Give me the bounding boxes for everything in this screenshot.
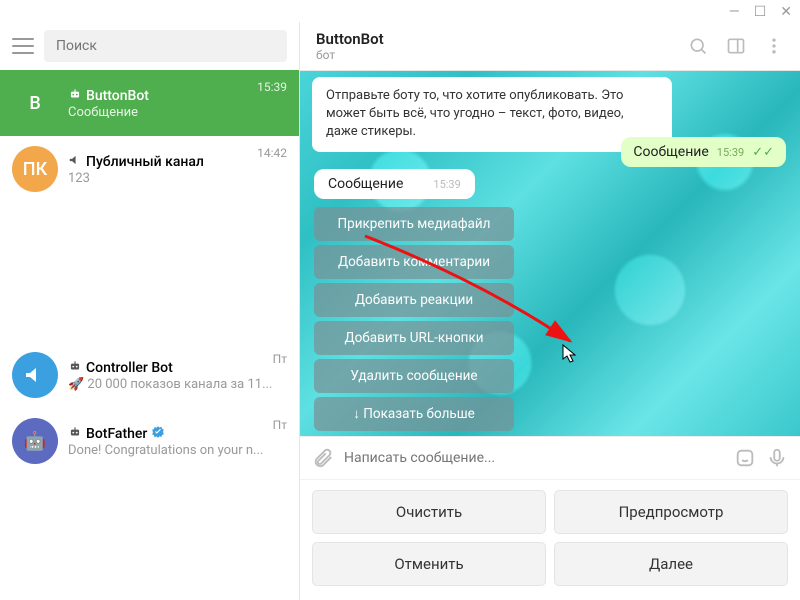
bot-icon	[68, 87, 82, 105]
cancel-button[interactable]: Отменить	[312, 542, 546, 586]
mic-icon[interactable]	[766, 447, 788, 469]
avatar: 🤖	[12, 418, 58, 464]
search-icon[interactable]	[688, 36, 708, 56]
chat-time: 14:42	[257, 146, 287, 160]
message-time: 15:39	[717, 146, 744, 159]
window-minimize[interactable]: —	[729, 4, 740, 20]
kb-attach-media[interactable]: Прикрепить медиафайл	[314, 207, 514, 241]
bot-icon	[68, 425, 82, 443]
sidepanel-icon[interactable]	[726, 36, 746, 56]
next-button[interactable]: Далее	[554, 542, 788, 586]
chat-area: Отправьте боту то, что хотите опубликова…	[300, 71, 800, 436]
chat-row-public-channel[interactable]: ПК Публичный канал 123 14:42	[0, 136, 299, 202]
chat-title: BotFather	[86, 426, 147, 442]
header-title[interactable]: ButtonBot	[316, 30, 688, 48]
chat-subtitle: 123	[68, 171, 287, 186]
bot-intro-message: Отправьте боту то, что хотите опубликова…	[312, 77, 672, 152]
attach-icon[interactable]	[312, 447, 334, 469]
more-icon[interactable]	[764, 36, 784, 56]
chat-time: 15:39	[257, 80, 287, 94]
inline-keyboard: Прикрепить медиафайл Добавить комментари…	[314, 207, 514, 431]
compose-bar	[300, 436, 800, 479]
kb-add-comments[interactable]: Добавить комментарии	[314, 245, 514, 279]
emoji-icon[interactable]	[734, 447, 756, 469]
bottom-actions: Очистить Предпросмотр Отменить Далее	[300, 479, 800, 600]
main-panel: ButtonBot бот Отправьте боту то, что хот…	[300, 22, 800, 600]
avatar: ПК	[12, 146, 58, 192]
bot-icon	[68, 359, 82, 377]
chat-row-botfather[interactable]: 🤖 BotFather Done! Congratulations on you…	[0, 408, 299, 474]
window-maximize[interactable]: ☐	[754, 4, 767, 20]
message-text: Сообщение	[633, 144, 708, 160]
kb-show-more[interactable]: Показать больше	[314, 397, 514, 431]
message-text: Сообщение	[328, 176, 403, 192]
chat-title: Публичный канал	[86, 154, 204, 170]
chat-subtitle: Done! Congratulations on your n...	[68, 443, 287, 458]
cursor-icon	[560, 343, 578, 365]
chat-time: Пт	[273, 418, 287, 432]
kb-delete-message[interactable]: Удалить сообщение	[314, 359, 514, 393]
read-checks-icon: ✓✓	[752, 145, 774, 160]
avatar: В	[12, 80, 58, 126]
search-input[interactable]	[44, 30, 287, 62]
header-subtitle: бот	[316, 48, 688, 62]
chat-title: ButtonBot	[86, 88, 149, 104]
chat-subtitle: Сообщение	[68, 105, 287, 120]
window-close[interactable]: ✕	[780, 4, 792, 20]
verified-icon	[151, 425, 165, 443]
kb-add-reactions[interactable]: Добавить реакции	[314, 283, 514, 317]
megaphone-icon	[68, 153, 82, 171]
menu-icon[interactable]	[12, 38, 34, 54]
message-time: 15:39	[433, 178, 460, 191]
chat-subtitle: 🚀 20 000 показов канала за 11...	[68, 377, 287, 392]
sidebar: В ButtonBot Сообщение 15:39 ПК Публичный…	[0, 22, 300, 600]
chat-title: Controller Bot	[86, 360, 173, 376]
chat-list: В ButtonBot Сообщение 15:39 ПК Публичный…	[0, 70, 299, 600]
chat-row-buttonbot[interactable]: В ButtonBot Сообщение 15:39	[0, 70, 299, 136]
chat-time: Пт	[273, 352, 287, 366]
kb-add-url-buttons[interactable]: Добавить URL-кнопки	[314, 321, 514, 355]
preview-button[interactable]: Предпросмотр	[554, 490, 788, 534]
outgoing-message[interactable]: Сообщение 15:39 ✓✓	[621, 137, 786, 167]
clear-button[interactable]: Очистить	[312, 490, 546, 534]
chat-row-controller-bot[interactable]: Controller Bot 🚀 20 000 показов канала з…	[0, 342, 299, 408]
incoming-message[interactable]: Сообщение 15:39	[314, 169, 475, 199]
chat-header: ButtonBot бот	[300, 22, 800, 71]
compose-input[interactable]	[344, 450, 724, 466]
avatar	[12, 352, 58, 398]
